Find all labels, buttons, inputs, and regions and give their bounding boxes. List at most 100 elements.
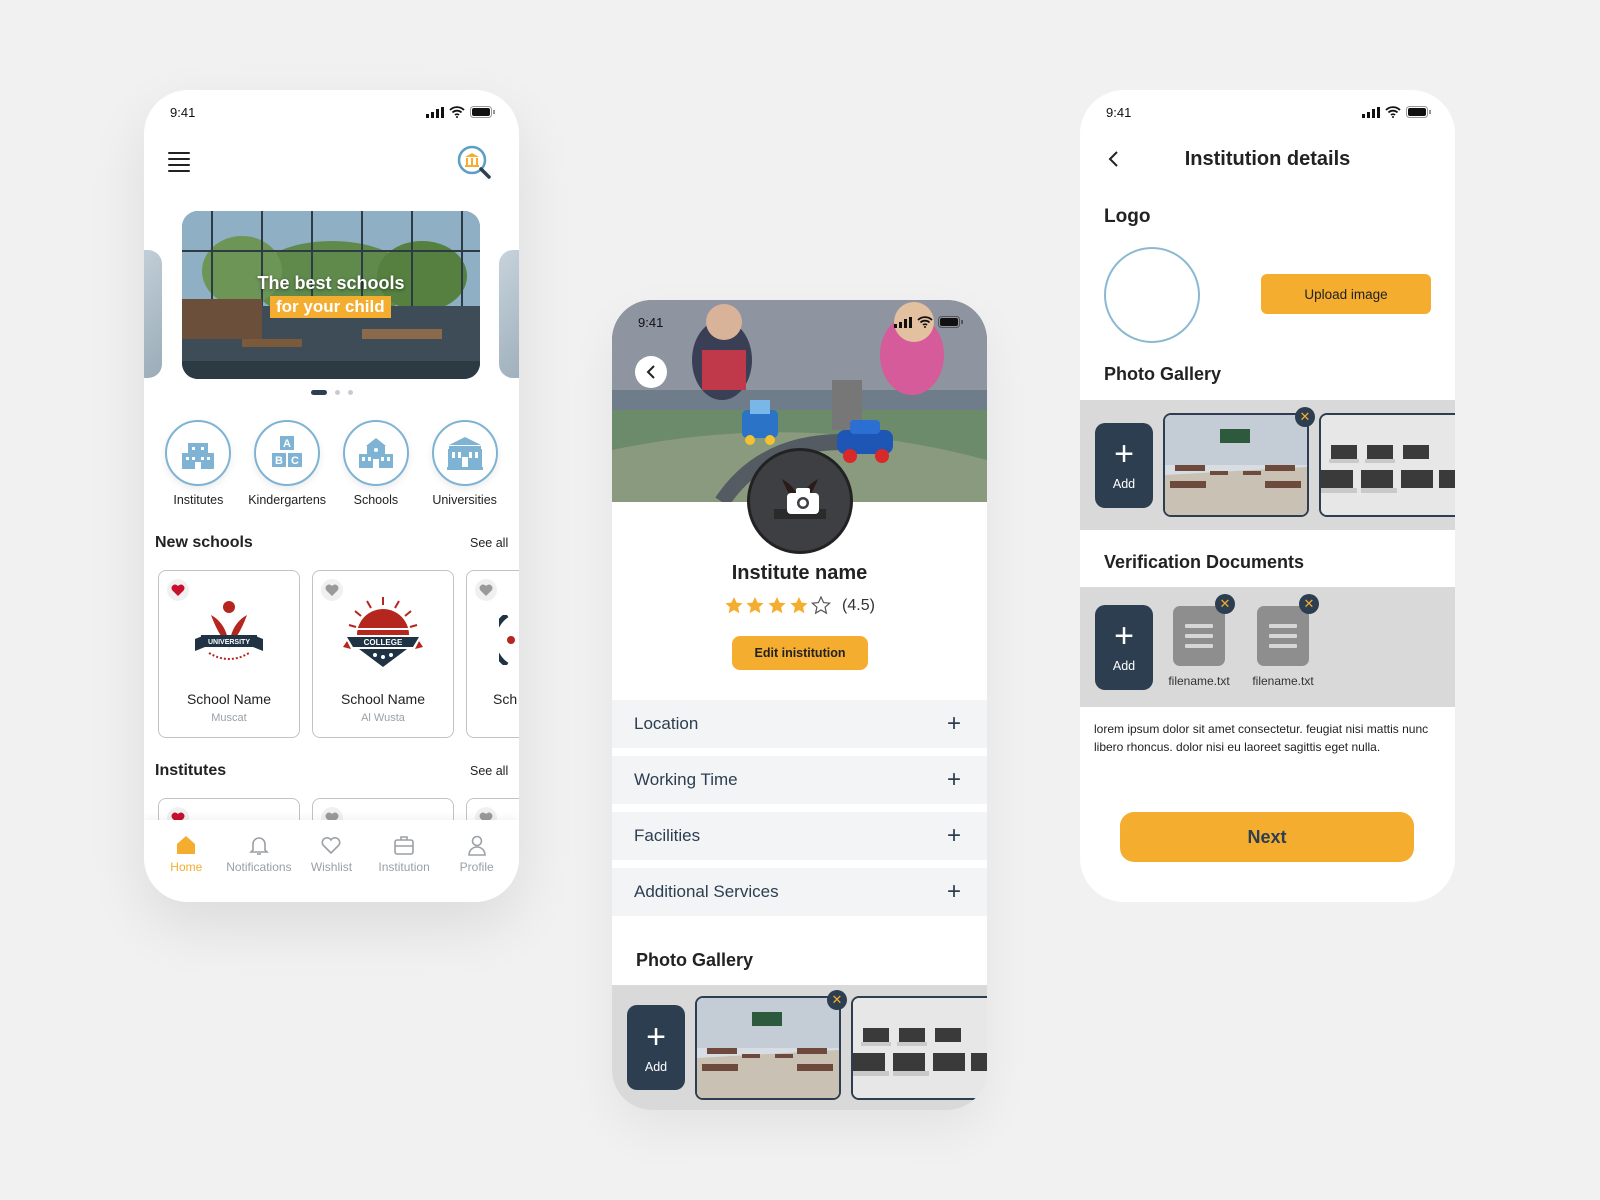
classroom-photo: [1165, 415, 1307, 515]
remove-document-button[interactable]: ✕: [1299, 594, 1319, 614]
university-logo: UNIVERSITY: [195, 601, 263, 660]
status-bar: 9:41: [612, 300, 987, 344]
wifi-icon: [449, 106, 465, 118]
status-icons: [1362, 106, 1431, 118]
promo-banner[interactable]: The best schools for your child: [182, 211, 480, 379]
tab-notifications[interactable]: Notifications: [223, 834, 296, 902]
see-all-new-schools-link[interactable]: See all: [470, 536, 508, 550]
new-schools-heading: New schools: [155, 534, 253, 551]
category-kindergartens[interactable]: ABC Kindergartens: [243, 420, 332, 507]
carousel-next-card[interactable]: [499, 250, 519, 378]
tab-label: Profile: [459, 860, 494, 874]
status-bar: 9:41: [1080, 90, 1455, 134]
star-rating-icon: [725, 596, 832, 615]
add-label: Add: [1112, 477, 1136, 491]
add-document-button[interactable]: + Add: [1095, 604, 1153, 690]
svg-text:A: A: [283, 438, 291, 450]
category-label: Schools: [353, 493, 399, 507]
signal-icon: [1362, 106, 1380, 118]
plus-icon: +: [946, 822, 961, 849]
back-button[interactable]: [635, 356, 667, 388]
carousel-prev-card[interactable]: [144, 250, 162, 378]
status-icons: [426, 106, 495, 118]
banner-headline: The best schools: [257, 273, 405, 293]
institution-details-screen: 9:41 Institution details Logo Upload ima…: [1080, 90, 1455, 902]
heart-icon: [325, 584, 339, 596]
upload-image-button[interactable]: Upload image: [1261, 274, 1431, 314]
school-card[interactable]: COLLEGE School Name Al Wusta: [312, 570, 454, 738]
logo-text: UNIVERSITY: [208, 639, 250, 646]
category-schools[interactable]: Schools: [332, 420, 421, 507]
institution-logo-avatar[interactable]: [747, 448, 853, 554]
carousel-dots: [144, 390, 519, 395]
classroom-photo: [697, 997, 839, 1098]
logo-placeholder[interactable]: [1104, 247, 1200, 343]
category-institutes[interactable]: Institutes: [154, 420, 243, 507]
tab-wishlist[interactable]: Wishlist: [295, 834, 368, 902]
section-label: Working Time: [634, 770, 738, 789]
status-time: 9:41: [638, 314, 664, 330]
document-item[interactable]: filename.txt ✕: [1245, 594, 1321, 688]
plus-icon: +: [946, 878, 961, 905]
plus-icon: +: [646, 1017, 666, 1056]
college-logo: COLLEGE: [343, 597, 423, 667]
add-photo-button[interactable]: + Add: [627, 1005, 685, 1090]
favorite-button[interactable]: [475, 579, 497, 601]
school-card[interactable]: Sch: [466, 570, 519, 738]
see-all-institutes-link[interactable]: See all: [470, 764, 508, 778]
tab-label: Notifications: [226, 860, 292, 874]
school-card[interactable]: UNIVERSITY School Name Muscat: [158, 570, 300, 738]
carousel-dot-active[interactable]: [310, 390, 327, 395]
location-section[interactable]: Location +: [612, 700, 987, 748]
school-location: Muscat: [211, 712, 247, 724]
school-name: School Name: [340, 691, 426, 707]
status-bar: 9:41: [144, 90, 519, 134]
photo-gallery-heading: Photo Gallery: [636, 950, 754, 970]
rating-value: (4.5): [842, 597, 875, 614]
remove-photo-button[interactable]: ✕: [1295, 407, 1315, 427]
abc-blocks-icon: AB C: [272, 436, 303, 467]
working-time-section[interactable]: Working Time +: [612, 756, 987, 804]
add-photo-button[interactable]: + Add: [1095, 422, 1153, 508]
favorite-button[interactable]: [321, 579, 343, 601]
tab-home[interactable]: Home: [150, 834, 223, 902]
additional-services-section[interactable]: Additional Services +: [612, 868, 987, 916]
banner-highlight: for your child: [270, 296, 391, 318]
status-icons: [894, 316, 963, 328]
category-label: Institutes: [173, 493, 224, 507]
school-name: Sch: [493, 691, 518, 707]
remove-photo-button[interactable]: ✕: [827, 989, 847, 1010]
tab-profile[interactable]: Profile: [440, 834, 513, 902]
camera-icon: [787, 488, 819, 514]
svg-text:C: C: [291, 455, 299, 467]
search-institution-icon[interactable]: [456, 144, 492, 180]
institution-profile-screen: 9:41 Institute name (4.5) Edit inistitut…: [612, 300, 987, 1110]
gallery-photo[interactable]: ✕: [1163, 407, 1315, 517]
logo-text: COLLEGE: [364, 638, 403, 647]
menu-icon[interactable]: [168, 152, 190, 172]
document-item[interactable]: filename.txt ✕: [1161, 594, 1237, 688]
section-label: Location: [634, 714, 699, 733]
edit-institution-button[interactable]: Edit inistitution: [732, 636, 868, 670]
facilities-section[interactable]: Facilities +: [612, 812, 987, 860]
add-label: Add: [644, 1059, 668, 1074]
gallery-photo[interactable]: [1319, 413, 1455, 517]
gallery-photo[interactable]: [851, 995, 987, 1100]
photo-gallery-strip: + Add ✕: [1080, 400, 1455, 530]
tab-institution[interactable]: Institution: [368, 834, 441, 902]
status-time: 9:41: [1106, 104, 1132, 120]
tab-label: Wishlist: [310, 860, 353, 874]
battery-icon: [938, 316, 963, 328]
category-universities[interactable]: Universities: [420, 420, 509, 507]
remove-document-button[interactable]: ✕: [1215, 594, 1235, 614]
next-button[interactable]: Next: [1120, 812, 1414, 862]
favorite-button[interactable]: [167, 579, 189, 601]
carousel-dot[interactable]: [334, 390, 340, 395]
plus-icon: +: [946, 710, 961, 737]
gallery-photo[interactable]: ✕: [695, 989, 847, 1100]
signal-icon: [426, 106, 444, 118]
category-label: Universities: [432, 493, 497, 507]
carousel-dot[interactable]: [347, 390, 353, 395]
status-time: 9:41: [170, 104, 196, 120]
photo-gallery-heading: Photo Gallery: [1104, 364, 1222, 384]
